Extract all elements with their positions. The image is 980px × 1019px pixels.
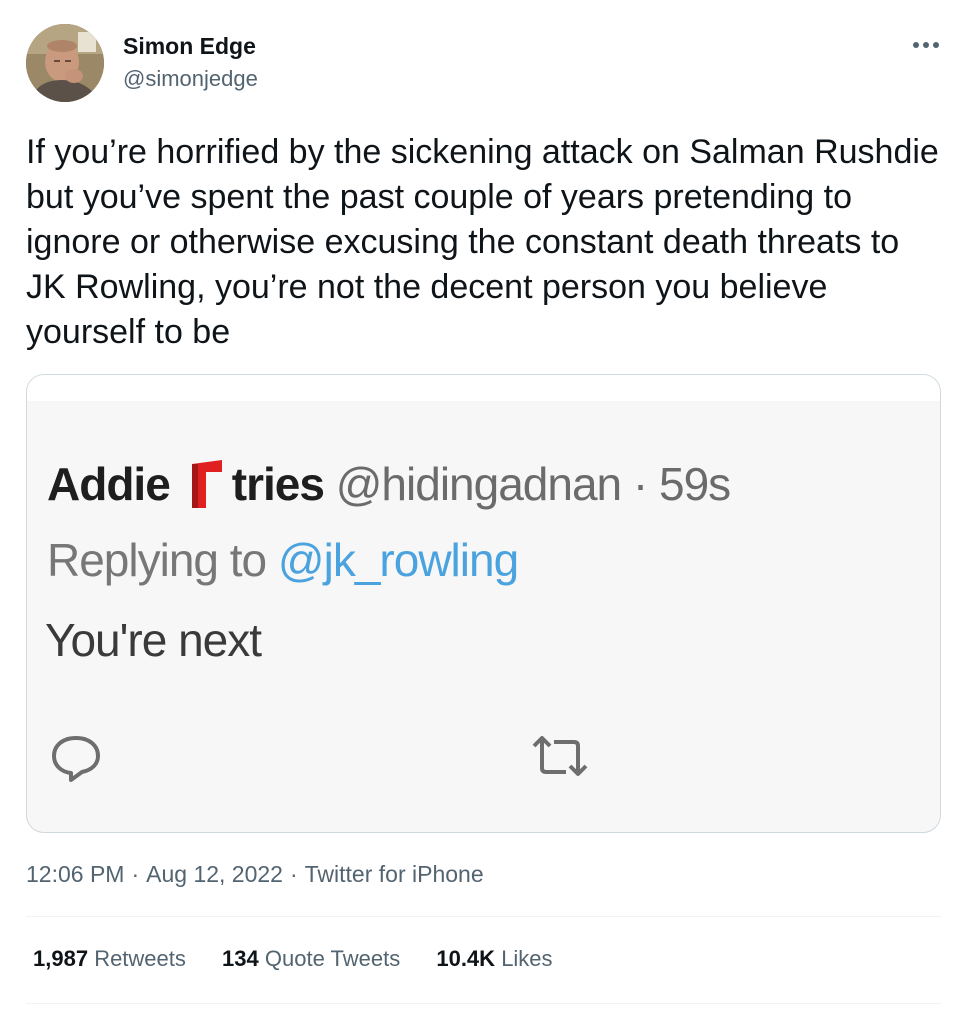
- quoted-separator: ·: [632, 458, 648, 510]
- more-horizontal-icon[interactable]: [912, 36, 940, 54]
- quoted-header-line: Addie tries @hidingadnan · 59s: [47, 457, 731, 511]
- divider: [26, 916, 941, 917]
- tweet: Simon Edge @simonjedge If you’re horrifi…: [0, 0, 980, 1019]
- retweets-count: 1,987: [33, 946, 89, 971]
- screenshot-top-band: [27, 375, 940, 401]
- divider: [26, 1003, 941, 1004]
- retweet-icon: [532, 736, 588, 776]
- likes-stat[interactable]: 10.4K Likes: [436, 946, 552, 972]
- meta-separator: ·: [289, 861, 298, 887]
- tweet-source[interactable]: Twitter for iPhone: [305, 861, 484, 887]
- tweet-stats: 1,987 Retweets 134 Quote Tweets 10.4K Li…: [33, 946, 583, 972]
- tweet-date[interactable]: Aug 12, 2022: [146, 861, 283, 887]
- meta-separator: ·: [131, 861, 140, 887]
- quoted-replying-line: Replying to @jk_rowling: [47, 533, 519, 587]
- quoted-name: Addie: [47, 458, 171, 510]
- quoted-handle: @hidingadnan: [335, 458, 622, 510]
- author-display-name[interactable]: Simon Edge: [123, 33, 256, 60]
- tweet-text: If you’re horrified by the sickening att…: [26, 133, 939, 351]
- quoted-screenshot-card[interactable]: Addie tries @hidingadnan · 59s Replying t…: [26, 374, 941, 833]
- quote-tweets-label: Quote Tweets: [264, 946, 401, 971]
- retweets-label: Retweets: [94, 946, 186, 971]
- likes-label: Likes: [501, 946, 553, 971]
- retweets-stat[interactable]: 1,987 Retweets: [33, 946, 186, 972]
- quote-tweets-count: 134: [222, 946, 259, 971]
- tweet-time[interactable]: 12:06 PM: [26, 861, 124, 887]
- red-flag-emoji-icon: [186, 458, 224, 510]
- quoted-time: 59s: [659, 458, 731, 510]
- avatar-photo: [26, 24, 104, 102]
- quoted-name-suffix: tries: [231, 458, 325, 510]
- quoted-replying-prefix: Replying to: [47, 534, 267, 586]
- quoted-reply-text: You're next: [45, 614, 262, 666]
- tweet-meta: 12:06 PM · Aug 12, 2022 · Twitter for iPhone: [26, 861, 484, 888]
- quoted-replying-mention: @jk_rowling: [277, 534, 519, 586]
- likes-count: 10.4K: [436, 946, 496, 971]
- avatar[interactable]: [26, 24, 104, 102]
- reply-bubble-icon: [52, 736, 100, 782]
- author-handle[interactable]: @simonjedge: [123, 66, 258, 92]
- quote-tweets-stat[interactable]: 134 Quote Tweets: [222, 946, 400, 972]
